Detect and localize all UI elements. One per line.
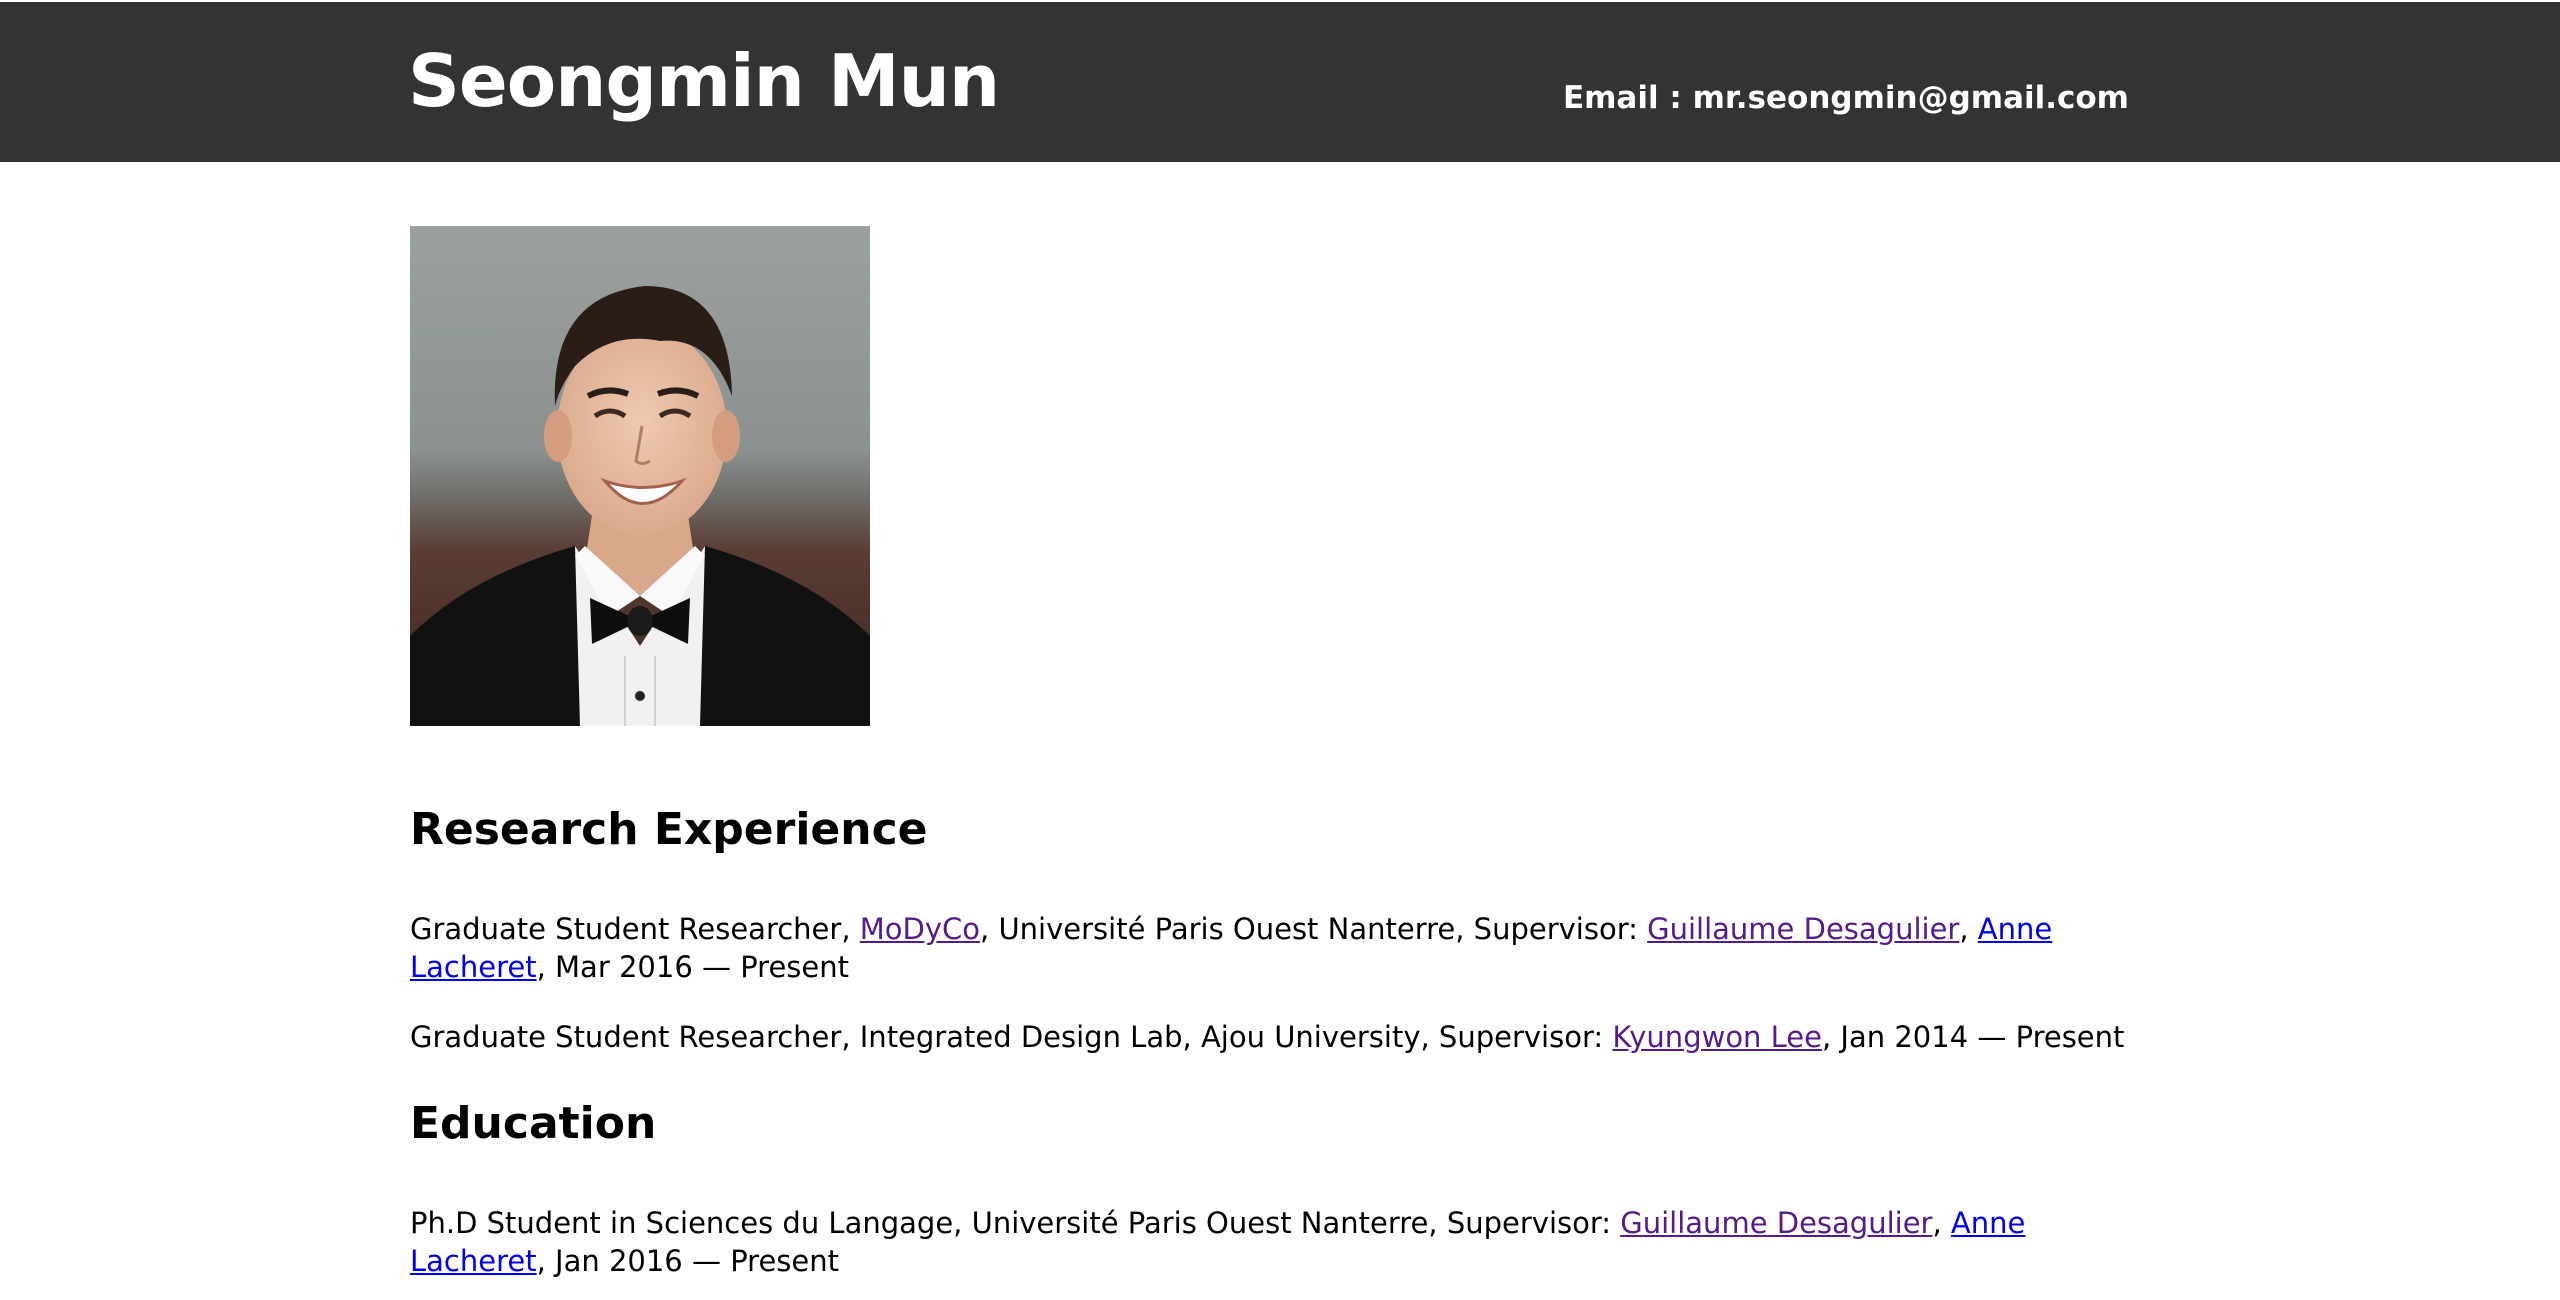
education-entry-phd: Ph.D Student in Sciences du Langage, Uni… [410, 1204, 2130, 1280]
email-contact: Email : mr.seongmin@gmail.com [1563, 78, 2129, 118]
link-guillaume-desagulier[interactable]: Guillaume Desagulier [1620, 1206, 1932, 1240]
email-address: mr.seongmin@gmail.com [1692, 80, 2129, 116]
education-entry-degree: Ph.D Student in Sciences du Langage, Uni… [410, 1206, 1621, 1240]
research-entry-period: , Jan 2014 — Present [1822, 1020, 2125, 1054]
link-modyco[interactable]: MoDyCo [860, 912, 980, 946]
separator: , [1959, 912, 1978, 946]
research-experience-heading: Research Experience [410, 804, 928, 855]
research-entry-modyco: Graduate Student Researcher, MoDyCo, Uni… [410, 910, 2130, 986]
research-entry-role: Graduate Student Researcher, [410, 912, 860, 946]
link-kyungwon-lee[interactable]: Kyungwon Lee [1612, 1020, 1822, 1054]
research-entry-affiliation: , Université Paris Ouest Nanterre, Super… [980, 912, 1648, 946]
email-label: Email : [1562, 80, 1693, 116]
profile-photo [410, 226, 870, 726]
research-entry-period: , Mar 2016 — Present [536, 950, 850, 984]
education-entry-period: , Jan 2016 — Present [536, 1244, 839, 1278]
main-content: Research Experience Graduate Student Res… [410, 226, 2130, 1280]
link-guillaume-desagulier[interactable]: Guillaume Desagulier [1647, 912, 1959, 946]
research-entry-role: Graduate Student Researcher, Integrated … [410, 1020, 1613, 1054]
separator: , [1932, 1206, 1951, 1240]
site-title: Seongmin Mun [408, 39, 1000, 123]
site-header: Seongmin Mun Email : mr.seongmin@gmail.c… [0, 2, 2560, 162]
research-entry-ajou: Graduate Student Researcher, Integrated … [410, 1018, 2130, 1056]
education-heading: Education [410, 1098, 657, 1149]
